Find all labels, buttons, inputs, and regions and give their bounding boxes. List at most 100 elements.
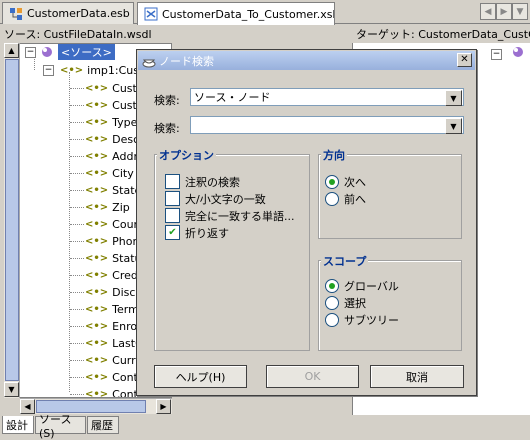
radio-selected[interactable]	[325, 174, 339, 189]
scroll-right-button[interactable]: ▶	[156, 399, 171, 414]
tree-root-node[interactable]: − <ソース>	[25, 44, 115, 60]
cancel-button[interactable]: 取消	[370, 365, 464, 388]
dialog-title: ノード検索	[159, 54, 214, 68]
options-title: オプション	[157, 147, 216, 163]
tab-customerdata-xsl[interactable]: CustomerData_To_Customer.xsl	[137, 2, 335, 25]
xsl-file-icon	[144, 7, 158, 21]
scope-selection[interactable]: 選択	[325, 294, 399, 311]
scroll-right-button[interactable]: ▶	[496, 3, 512, 20]
element-icon: <•>	[85, 286, 109, 298]
editor-tab-bar: CustomerData.esb CustomerData_To_Custome…	[0, 0, 530, 25]
element-icon: <•>	[85, 235, 109, 247]
find-node-dialog: ノード検索 ✕ 検索: ソース・ノード ▼ 検索: ▼ オプション 注釈の検索 …	[136, 49, 477, 396]
tree-item[interactable]: <•> City	[85, 165, 134, 181]
scroll-left-button[interactable]: ◀	[20, 399, 35, 414]
scope-title: スコープ	[321, 253, 369, 269]
element-icon: <•>	[85, 218, 109, 230]
button-label: ヘルプ(H)	[175, 370, 226, 384]
chevron-left-icon: ◀	[484, 6, 492, 17]
element-icon: <•>	[85, 320, 109, 332]
direction-next[interactable]: 次へ	[325, 173, 366, 190]
element-icon: <•>	[85, 354, 109, 366]
tab-label: ソース(S)	[39, 412, 72, 440]
option-label: 選択	[344, 296, 366, 310]
arrow-left-icon: ◀	[24, 402, 31, 411]
tab-source[interactable]: ソース(S)	[35, 413, 86, 440]
chevron-down-icon: ▼	[516, 6, 524, 17]
teacup-icon	[142, 59, 156, 67]
element-icon: <•>	[85, 167, 109, 179]
tab-label: 履歴	[91, 419, 113, 432]
tree-item-label: Type	[112, 115, 138, 129]
close-button[interactable]: ✕	[457, 53, 472, 67]
search-text-combo[interactable]: ▼	[190, 116, 464, 134]
option-search-annotations[interactable]: 注釈の検索	[165, 173, 295, 190]
tree-item-label: Zip	[112, 200, 130, 214]
target-root-expander[interactable]: −	[491, 46, 502, 60]
search-label-2: 検索:	[154, 122, 180, 135]
arrow-up-icon: ▲	[8, 46, 15, 55]
radio[interactable]	[325, 295, 339, 310]
chevron-down-icon[interactable]: ▼	[445, 118, 462, 134]
tab-design[interactable]: 設計	[2, 416, 34, 434]
arrow-right-icon: ▶	[160, 402, 167, 411]
checkbox[interactable]	[165, 174, 180, 189]
source-header: ソース: CustFileDataIn.wsdl	[4, 28, 152, 41]
direction-title: 方向	[321, 147, 347, 163]
tree-item[interactable]: <•> Type	[85, 114, 137, 130]
target-node-icon	[511, 45, 525, 59]
tab-list-button[interactable]: ▼	[512, 3, 528, 20]
radio[interactable]	[325, 312, 339, 327]
element-icon: <•>	[85, 133, 109, 145]
check-icon: ✔	[168, 227, 177, 238]
chevron-right-icon: ▶	[500, 6, 508, 17]
option-match-case[interactable]: 大/小文字の一致	[165, 190, 295, 207]
element-icon: <•>	[60, 64, 84, 76]
button-label: 取消	[406, 370, 428, 384]
scroll-left-button[interactable]: ◀	[480, 3, 496, 20]
option-label: 完全に一致する単語...	[185, 209, 295, 223]
tree-item[interactable]: <•> State	[85, 182, 141, 198]
element-icon: <•>	[85, 116, 109, 128]
tree-vertical-scrollbar[interactable]: ▲ ▼	[4, 43, 20, 398]
element-icon: <•>	[85, 388, 109, 398]
chevron-down-icon[interactable]: ▼	[445, 90, 462, 106]
scope-global[interactable]: グローバル	[325, 277, 399, 294]
collapse-icon[interactable]: −	[43, 64, 54, 76]
tab-label: 設計	[6, 418, 28, 432]
direction-previous[interactable]: 前へ	[325, 190, 366, 207]
search-scope-value: ソース・ノード	[194, 91, 271, 104]
scrollbar-thumb[interactable]	[5, 59, 19, 381]
element-icon: <•>	[85, 201, 109, 213]
scope-subtree[interactable]: サブツリー	[325, 311, 399, 328]
checkbox[interactable]	[165, 191, 180, 206]
checkbox[interactable]	[165, 208, 180, 223]
tab-label: CustomerData_To_Customer.xsl	[162, 7, 335, 21]
collapse-icon[interactable]: −	[25, 46, 36, 58]
help-button[interactable]: ヘルプ(H)	[154, 365, 247, 388]
scroll-up-button[interactable]: ▲	[4, 43, 19, 58]
button-label: OK	[304, 370, 321, 383]
search-label-1: 検索:	[154, 94, 180, 107]
tab-label: CustomerData.esb	[27, 7, 130, 20]
element-icon: <•>	[85, 371, 109, 383]
tab-history[interactable]: 履歴	[87, 416, 119, 434]
tree-item[interactable]: <•> Zip	[85, 199, 130, 215]
option-whole-word[interactable]: 完全に一致する単語...	[165, 207, 295, 224]
radio[interactable]	[325, 191, 339, 206]
option-wrap[interactable]: ✔ 折り返す	[165, 224, 295, 241]
element-icon: <•>	[85, 82, 109, 94]
tree-parent-node[interactable]: − <•> imp1:Custo	[43, 62, 150, 78]
search-scope-select[interactable]: ソース・ノード ▼	[190, 88, 464, 106]
dialog-titlebar[interactable]: ノード検索 ✕	[138, 51, 475, 70]
scroll-down-button[interactable]: ▼	[4, 382, 19, 397]
radio-selected[interactable]	[325, 278, 339, 293]
element-icon: <•>	[85, 184, 109, 196]
arrow-down-icon: ▼	[8, 385, 15, 394]
ok-button[interactable]: OK	[266, 365, 359, 388]
root-label: <ソース>	[58, 44, 115, 60]
option-label: サブツリー	[344, 313, 399, 327]
checkbox-checked[interactable]: ✔	[165, 225, 180, 240]
tab-customerdata-esb[interactable]: CustomerData.esb	[2, 2, 134, 24]
element-icon: <•>	[85, 269, 109, 281]
